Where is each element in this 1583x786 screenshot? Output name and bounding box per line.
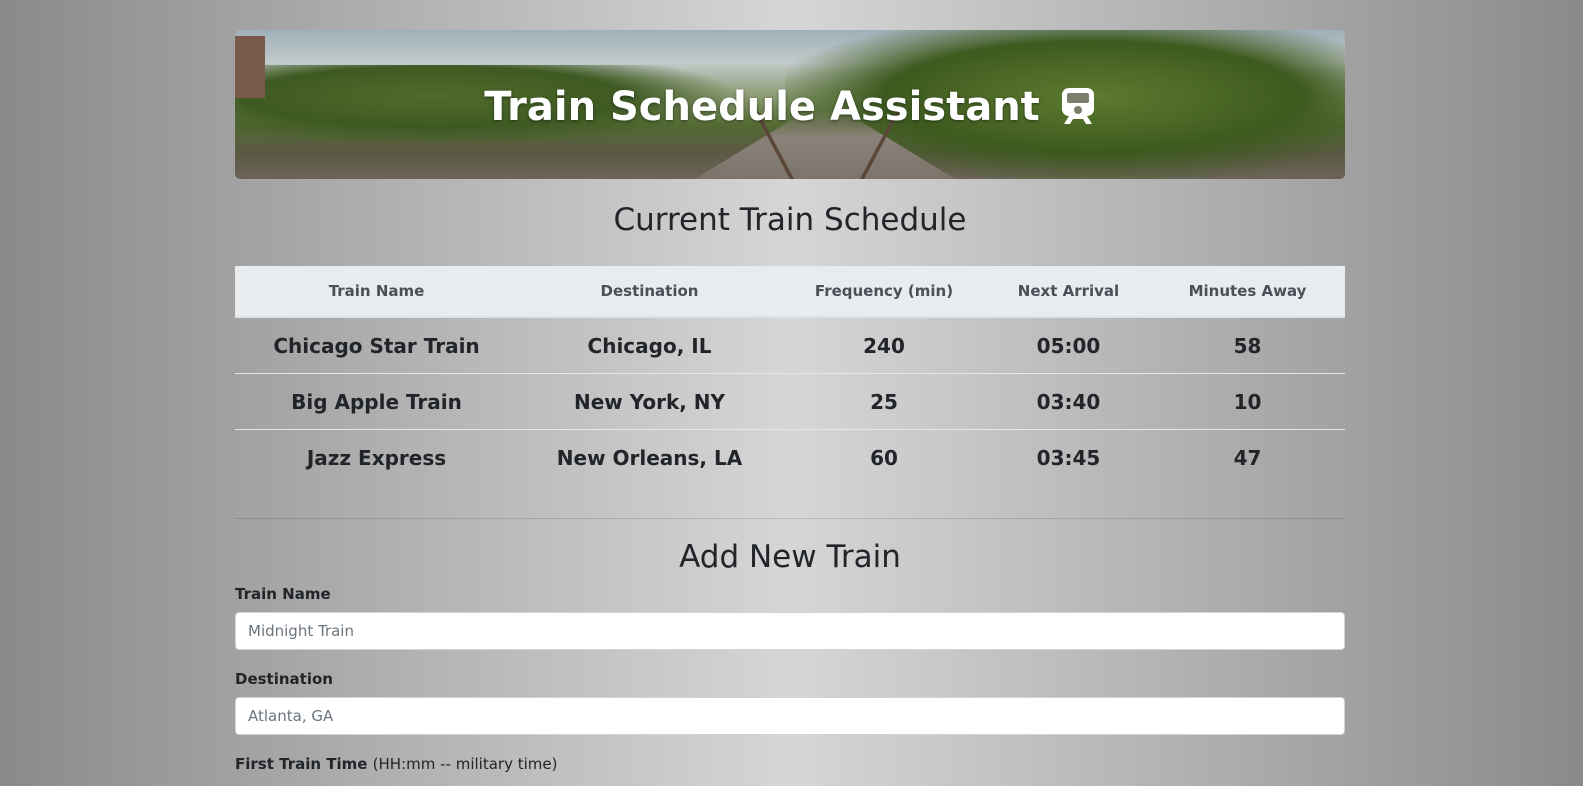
add-train-heading: Add New Train [679, 539, 901, 575]
column-header-frequency[interactable]: Frequency (min) [781, 266, 987, 318]
cell-frequency: 60 [781, 429, 987, 485]
destination-input[interactable] [235, 697, 1345, 735]
cell-train-name: Chicago Star Train [273, 333, 480, 358]
train-icon [1060, 86, 1096, 140]
first-train-time-label-text: First Train Time [235, 755, 368, 773]
cell-train-name: Jazz Express [235, 429, 518, 485]
table-row: Chicago Star Train Chicago, IL 240 05:00… [235, 317, 1345, 374]
page-title: Train Schedule Assistant [235, 80, 1345, 140]
header-banner: Train Schedule Assistant [235, 30, 1345, 179]
column-header-minutes-away[interactable]: Minutes Away [1150, 266, 1345, 318]
cell-next-arrival: 03:45 [987, 429, 1150, 485]
cell-minutes-away: 47 [1150, 429, 1345, 485]
train-name-input[interactable] [235, 612, 1345, 650]
cell-next-arrival: 03:40 [987, 373, 1150, 430]
cell-destination: New Orleans, LA [518, 429, 781, 485]
schedule-table: Train Name Destination Frequency (min) N… [235, 266, 1345, 485]
cell-train-name: Big Apple Train [235, 373, 518, 430]
first-train-time-hint: (HH:mm -- military time) [372, 755, 558, 773]
section-divider [235, 518, 1345, 519]
table-row: Jazz Express New Orleans, LA 60 03:45 47 [235, 429, 1345, 485]
table-header-row: Train Name Destination Frequency (min) N… [235, 266, 1345, 318]
cell-frequency: 240 [863, 333, 905, 358]
cell-minutes-away: 10 [1150, 373, 1345, 430]
table-row: Big Apple Train New York, NY 25 03:40 10 [235, 373, 1345, 430]
cell-minutes-away: 58 [1233, 333, 1262, 358]
cell-destination: New York, NY [518, 373, 781, 430]
schedule-heading: Current Train Schedule [613, 202, 967, 238]
column-header-train-name[interactable]: Train Name [235, 266, 518, 318]
train-name-label: Train Name [235, 585, 331, 603]
cell-next-arrival: 05:00 [1036, 333, 1101, 358]
page-title-text: Train Schedule Assistant [484, 84, 1040, 130]
first-train-time-label: First Train Time (HH:mm -- military time… [235, 755, 557, 773]
cell-destination: Chicago, IL [587, 333, 712, 358]
column-header-next-arrival[interactable]: Next Arrival [987, 266, 1150, 318]
cell-frequency: 25 [781, 373, 987, 430]
column-header-destination[interactable]: Destination [518, 266, 781, 318]
destination-label: Destination [235, 670, 333, 688]
